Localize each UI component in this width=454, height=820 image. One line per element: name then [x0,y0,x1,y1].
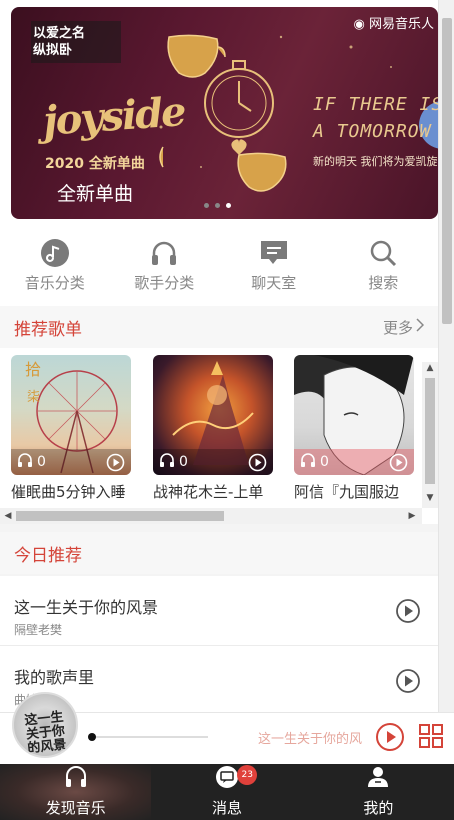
shortcut-chat-room[interactable]: 聊天室 [219,230,329,306]
playlist-card[interactable]: 0 阿信『九国服边 [294,355,414,503]
song-title: 我的歌声里 [14,668,95,687]
headphones-icon [300,452,316,472]
play-circle-icon[interactable] [106,453,125,475]
shortcut-label: 聊天室 [251,274,297,292]
page-scrollbar[interactable] [438,0,454,712]
playlist-stats: 0 [294,449,414,475]
tab-label: 我的 [363,799,394,817]
music-note-icon [40,238,70,268]
today-header: 今日推荐 [0,532,438,574]
carousel-dot[interactable] [204,203,209,208]
play-circle-icon[interactable] [395,598,421,628]
scrollbar-thumb[interactable] [425,378,435,484]
playlist-cover: 0 [153,355,273,475]
banner-brand: ◉ 网易音乐人 [353,17,435,32]
message-badge: 23 [237,765,258,785]
banner-tag-line-2: 纵拟卧 [33,43,73,58]
headphones-icon [64,765,88,793]
banner-caption: 全新单曲 [57,183,134,205]
banner-carousel[interactable]: 以爱之名 纵拟卧 ◉ 网易音乐人 joyside 2020 全新单曲 IF TH… [11,7,438,219]
scroll-down-arrow-icon[interactable]: ▼ [422,490,438,506]
carousel-dot-active[interactable] [226,203,231,208]
search-icon [368,238,398,268]
recommend-header: 推荐歌单 更多 [0,306,438,348]
svg-text:拾: 拾 [25,360,41,379]
scroll-left-arrow-icon[interactable]: ◀ [0,508,16,524]
song-row[interactable]: 这一生关于你的风景 隔壁老樊 [0,576,438,646]
shortcut-label: 搜索 [368,274,399,292]
shortcut-music-category[interactable]: 音乐分类 [0,230,110,306]
album-disc-text: 这一生关于你的风景 [23,709,68,757]
music-app: 以爱之名 纵拟卧 ◉ 网易音乐人 joyside 2020 全新单曲 IF TH… [0,0,454,820]
song-artist: 隔壁老樊 [14,623,63,637]
user-icon [366,765,390,793]
more-label: 更多 [382,318,413,337]
headphones-icon [159,452,175,472]
playlist-name: 催眠曲5分钟入睡 [11,483,126,501]
shortcut-search[interactable]: 搜索 [329,230,439,306]
tab-label: 发现音乐 [45,799,106,817]
shortcut-label: 音乐分类 [24,274,85,292]
shortcut-nav: 音乐分类 歌手分类 聊天室 搜索 [0,230,438,306]
playlist-name: 战神花木兰-上单 [153,483,264,501]
tab-label: 消息 [211,799,242,817]
banner-year: 2020 全新单曲 [45,156,145,172]
tab-profile[interactable]: 我的 [303,764,454,820]
headphones-icon [149,238,179,268]
tab-discover[interactable]: 发现音乐 [0,764,152,820]
play-circle-icon[interactable] [395,668,421,698]
play-count: 0 [179,454,188,470]
playlist-cover: 拾 柒 0 [11,355,131,475]
song-title: 这一生关于你的风景 [14,598,159,617]
section-title: 今日推荐 [14,545,82,566]
banner-slogan-cn: 新的明天 我们将为爱凯旋 [313,155,438,168]
progress-knob[interactable] [88,733,96,741]
playlist-row[interactable]: 拾 柒 0 催眠曲5分钟入睡 0 战神花木兰-上单 0 阿信『九国服边 [0,348,422,508]
banner-logo: joyside [41,88,186,145]
playlist-card[interactable]: 0 战神花木兰-上单 [153,355,273,503]
playlist-card[interactable]: 拾 柒 0 催眠曲5分钟入睡 [11,355,131,503]
play-count: 0 [37,454,46,470]
banner-tag-line-1: 以爱之名 [33,26,86,41]
play-circle-icon[interactable] [248,453,267,475]
message-icon [215,765,239,793]
album-disc[interactable]: 这一生关于你的风景 [12,692,78,758]
chevron-right-icon [416,318,425,336]
play-circle-icon[interactable] [375,722,405,756]
scrollbar-thumb[interactable] [16,511,224,521]
svg-text:柒: 柒 [27,390,40,405]
playlist-stats: 0 [153,449,273,475]
play-count: 0 [320,454,329,470]
now-playing-title: 这一生关于你的风景 [258,732,362,747]
banner-slogan-en: IF THERE IS A TOMORROW [313,94,438,142]
playlist-horizontal-scrollbar[interactable]: ◀ ▶ [0,508,422,524]
playlist-grid-icon[interactable] [418,723,444,753]
section-title: 推荐歌单 [14,319,82,340]
tab-messages[interactable]: 23 消息 [151,764,302,820]
headphones-icon [17,452,33,472]
banner-brand-label: 网易音乐人 [368,17,434,32]
carousel-dot[interactable] [215,203,220,208]
scrollbar-thumb[interactable] [442,18,452,324]
scroll-up-arrow-icon[interactable]: ▲ [422,360,438,376]
banner-tag: 以爱之名 纵拟卧 [33,25,85,59]
more-link[interactable]: 更多 [382,317,425,338]
chat-icon [259,238,289,268]
banner-section: 以爱之名 纵拟卧 ◉ 网易音乐人 joyside 2020 全新单曲 IF TH… [0,0,438,230]
mini-player: 这一生关于你的风景 这一生关于你的风景 [0,692,454,764]
playlist-stats: 0 [11,449,131,475]
shortcut-singer-category[interactable]: 歌手分类 [110,230,220,306]
playlist-cover: 0 [294,355,414,475]
progress-track[interactable] [90,736,208,738]
playlist-vertical-scrollbar[interactable]: ▲ ▼ [422,362,438,508]
bottom-tabbar: 发现音乐 23 消息 我的 [0,764,454,820]
playlist-name: 阿信『九国服边 [294,483,400,501]
scroll-right-arrow-icon[interactable]: ▶ [404,508,420,524]
play-circle-icon[interactable] [389,453,408,475]
playlist-carousel: 拾 柒 0 催眠曲5分钟入睡 0 战神花木兰-上单 0 阿信『九国服边 ▲ ▼ … [0,348,438,524]
shortcut-label: 歌手分类 [134,274,195,292]
carousel-indicator[interactable] [204,203,231,208]
